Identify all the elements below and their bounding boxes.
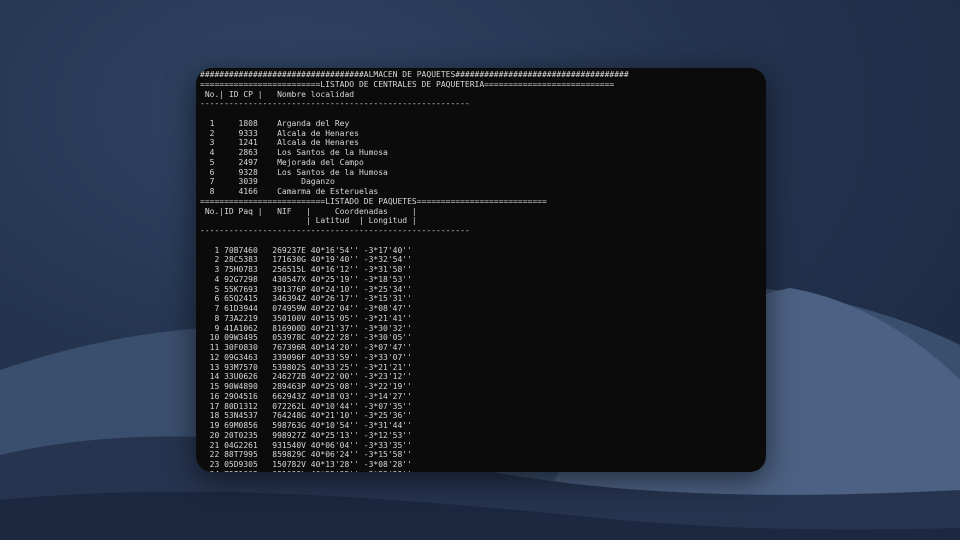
terminal-line: 8 4166 Camarma de Esteruelas <box>200 187 379 196</box>
terminal-line: 22 88T7995 859829C 40*06'24'' -3*15'58'' <box>200 450 412 460</box>
terminal-line: 1 70B7460 269237E 40*16'54'' -3*17'40'' <box>200 245 412 255</box>
terminal-line: 12 09G3463 339096F 40*33'59'' -3*33'07'' <box>200 352 412 362</box>
terminal-line: 3 75H0783 256515L 40*16'12'' -3*31'58'' <box>200 265 412 274</box>
terminal-line: No.|ID Paq | NIF | Coordenadas | <box>200 206 417 216</box>
terminal-line: 15 90W4890 289463P 40*25'08'' -3*22'19'' <box>200 382 412 391</box>
terminal-line: No.| ID CP | Nombre localidad <box>200 89 355 99</box>
terminal-window[interactable]: ##################################ALMACE… <box>196 68 766 472</box>
terminal-line: 6 9328 Los Santos de la Humosa <box>200 167 388 177</box>
terminal-line: 4 2863 Los Santos de la Humosa <box>200 148 388 157</box>
terminal-line: 10 09W3495 053978C 40*22'28'' -3*30'05'' <box>200 333 412 343</box>
terminal-line: 18 53N4537 764248G 40*21'10'' -3*25'36'' <box>200 411 412 421</box>
terminal-line: 7 3039 Daganzo <box>200 177 335 187</box>
terminal-line: ----------------------------------------… <box>200 226 470 235</box>
terminal-line: | Latitud | Longitud | <box>200 216 417 226</box>
terminal-line: 9 41A1062 816900D 40*21'37'' -3*30'32'' <box>200 323 412 333</box>
terminal-output: ##################################ALMACE… <box>196 68 766 472</box>
terminal-line: 2 28C5383 171630G 40*19'40'' -3*32'54'' <box>200 255 412 265</box>
terminal-line: 2 9333 Alcala de Henares <box>200 128 359 138</box>
terminal-line: 17 80D1312 072262L 40*10'44'' -3*07'35'' <box>200 401 412 411</box>
terminal-line: 1 1808 Arganda del Rey <box>200 118 350 128</box>
terminal-line: 7 61D3944 074959W 40*22'04'' -3*08'47'' <box>200 304 412 313</box>
terminal-line: 5 2497 Mejorada del Campo <box>200 157 364 167</box>
terminal-line: ##################################ALMACE… <box>200 70 629 79</box>
terminal-line: 19 69M0856 598763G 40*10'54'' -3*31'44'' <box>200 421 412 430</box>
terminal-line: 11 30F0830 767396R 40*14'20'' -3*07'47'' <box>200 343 412 352</box>
terminal-line: 3 1241 Alcala de Henares <box>200 138 359 148</box>
terminal-line: 4 92G7298 430547X 40*25'19'' -3*18'53'' <box>200 274 412 284</box>
terminal-line: 5 55K7693 391376P 40*24'10'' -3*25'34'' <box>200 284 412 294</box>
terminal-line: 16 29O4516 662943Z 40*18'03'' -3*14'27'' <box>200 391 412 401</box>
terminal-line: ----------------------------------------… <box>200 99 470 109</box>
terminal-line: 6 65Q2415 346394Z 40*26'17'' -3*15'31'' <box>200 294 412 304</box>
terminal-line: 23 05D9305 150782V 40*13'28'' -3*08'28'' <box>200 460 412 469</box>
terminal-line: 14 33U0626 246272B 40*22'00'' -3*23'12'' <box>200 372 412 382</box>
terminal-line: 8 73A2219 350100V 40*15'05'' -3*21'41'' <box>200 313 412 323</box>
terminal-line: 13 93M7570 539802S 40*33'25'' -3*21'21'' <box>200 362 412 372</box>
terminal-line: 20 20T0235 998927Z 40*25'13'' -3*12'53'' <box>200 430 412 440</box>
terminal-line: 24 79I1002 091099L 40*25'25'' -3*22'29'' <box>200 470 766 472</box>
terminal-line: ==========================LISTADO DE PAQ… <box>200 196 547 206</box>
terminal-line: 21 04G2261 931540V 40*06'04'' -3*33'35'' <box>200 440 412 450</box>
terminal-line: =========================LISTADO DE CENT… <box>200 79 615 89</box>
